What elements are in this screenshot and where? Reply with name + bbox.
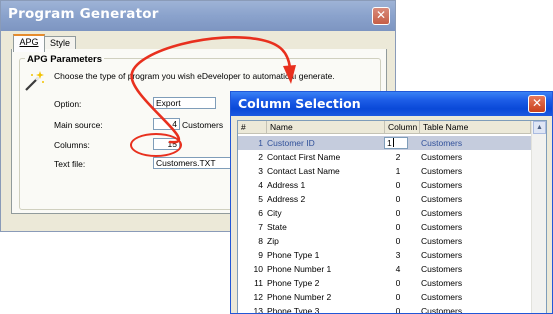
table-row[interactable]: 11 Phone Type 2 0 Customers xyxy=(238,276,531,290)
row-name: Address 2 xyxy=(267,194,306,204)
table-row[interactable]: 7 State 0 Customers xyxy=(238,220,531,234)
row-name: Address 1 xyxy=(267,180,306,190)
table-row[interactable]: 1 Customer ID 1 Customers xyxy=(238,136,531,150)
option-field[interactable]: Export xyxy=(153,97,216,109)
magic-wand-icon xyxy=(25,71,44,91)
row-table-name: Customers xyxy=(421,180,463,190)
text-caret xyxy=(392,138,394,147)
table-row[interactable]: 2 Contact First Name 2 Customers xyxy=(238,150,531,164)
table-row[interactable]: 3 Contact Last Name 1 Customers xyxy=(238,164,531,178)
row-number: 2 xyxy=(258,152,263,162)
text-file-label: Text file: xyxy=(54,159,86,169)
main-source-label: Main source: xyxy=(54,120,103,130)
main-source-field[interactable]: 4 xyxy=(153,118,180,130)
row-column: 0 xyxy=(395,306,401,314)
table-row[interactable]: 12 Phone Number 2 0 Customers xyxy=(238,290,531,304)
vertical-scrollbar[interactable]: ▲ xyxy=(531,121,546,313)
header-name[interactable]: Name xyxy=(267,121,385,134)
header-num[interactable]: # xyxy=(238,121,267,134)
row-column: 0 xyxy=(395,194,401,204)
row-column: 2 xyxy=(395,152,401,162)
row-column: 0 xyxy=(395,278,401,288)
row-column: 0 xyxy=(395,236,401,246)
tab-style-label: Style xyxy=(49,38,70,48)
row-table-name: Customers xyxy=(421,222,463,232)
text-file-field[interactable]: Customers.TXT xyxy=(153,157,233,169)
column-list[interactable]: # Name Column Table Name 1 Customer ID 1 Cu… xyxy=(237,120,547,314)
row-number: 13 xyxy=(253,306,263,314)
table-row[interactable]: 8 Zip 0 Customers xyxy=(238,234,531,248)
row-table-name: Customers xyxy=(421,278,463,288)
row-name: Phone Type 3 xyxy=(267,306,320,314)
program-generator-title: Program Generator xyxy=(8,6,159,22)
tab-apg-label: APG xyxy=(19,37,39,47)
tab-style[interactable]: Style xyxy=(44,36,76,50)
row-column: 4 xyxy=(395,264,401,274)
row-number: 9 xyxy=(258,250,263,260)
scroll-up-icon[interactable]: ▲ xyxy=(533,121,546,134)
tab-apg[interactable]: APG xyxy=(13,34,45,52)
column-edit-field[interactable]: 1 xyxy=(384,137,408,149)
table-row[interactable]: 6 City 0 Customers xyxy=(238,206,531,220)
table-row[interactable]: 5 Address 2 0 Customers xyxy=(238,192,531,206)
row-number: 6 xyxy=(258,208,263,218)
row-name: Customer ID xyxy=(267,138,315,148)
row-name: Phone Type 1 xyxy=(267,250,320,260)
description-text: Choose the type of program you wish eDev… xyxy=(54,71,335,81)
close-icon[interactable]: ✕ xyxy=(528,95,546,113)
row-table-name: Customers xyxy=(421,152,463,162)
row-table-name: Customers xyxy=(421,138,463,148)
row-name: Contact First Name xyxy=(267,152,341,162)
column-selection-window: Column Selection ✕ # Name Column Table N… xyxy=(230,91,553,314)
row-table-name: Customers xyxy=(421,166,463,176)
row-table-name: Customers xyxy=(421,306,463,314)
row-number: 8 xyxy=(258,236,263,246)
column-edit-value: 1 xyxy=(387,138,392,148)
row-name: Phone Number 2 xyxy=(267,292,332,302)
row-table-name: Customers xyxy=(421,194,463,204)
row-column: 0 xyxy=(395,180,401,190)
row-column: 0 xyxy=(395,208,401,218)
group-title: APG Parameters xyxy=(25,54,104,65)
column-selection-title: Column Selection xyxy=(238,96,361,111)
option-label: Option: xyxy=(54,99,82,109)
row-number: 5 xyxy=(258,194,263,204)
row-name: State xyxy=(267,222,287,232)
row-column: 0 xyxy=(395,222,401,232)
row-name: Zip xyxy=(267,236,279,246)
table-row[interactable]: 4 Address 1 0 Customers xyxy=(238,178,531,192)
row-column: 0 xyxy=(395,292,401,302)
row-column: 1 xyxy=(395,166,401,176)
header-table-name[interactable]: Table Name xyxy=(420,121,531,134)
table-row[interactable]: 9 Phone Type 1 3 Customers xyxy=(238,248,531,262)
row-number: 7 xyxy=(258,222,263,232)
header-column[interactable]: Column xyxy=(385,121,420,134)
row-name: Phone Number 1 xyxy=(267,264,332,274)
close-icon[interactable]: ✕ xyxy=(372,7,390,25)
row-table-name: Customers xyxy=(421,236,463,246)
row-number: 12 xyxy=(253,292,263,302)
row-table-name: Customers xyxy=(421,292,463,302)
row-table-name: Customers xyxy=(421,250,463,260)
row-number: 11 xyxy=(254,278,263,288)
row-name: Phone Type 2 xyxy=(267,278,320,288)
table-row[interactable]: 13 Phone Type 3 0 Customers xyxy=(238,304,531,314)
row-number: 4 xyxy=(258,180,263,190)
main-source-name: Customers xyxy=(182,120,224,130)
row-name: City xyxy=(267,208,282,218)
row-number: 3 xyxy=(258,166,263,176)
row-column: 3 xyxy=(395,250,401,260)
row-table-name: Customers xyxy=(421,208,463,218)
row-table-name: Customers xyxy=(421,264,463,274)
row-name: Contact Last Name xyxy=(267,166,340,176)
columns-label: Columns: xyxy=(54,140,90,150)
table-row[interactable]: 10 Phone Number 1 4 Customers xyxy=(238,262,531,276)
row-number: 1 xyxy=(258,138,263,148)
columns-highlight-ellipse xyxy=(130,133,182,157)
row-number: 10 xyxy=(253,264,263,274)
